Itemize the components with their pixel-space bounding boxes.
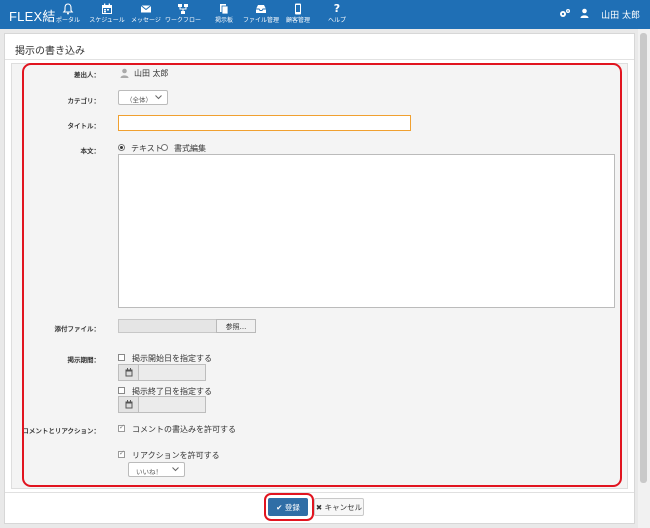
sender-value: 山田 太郎 — [134, 69, 169, 78]
submit-highlight-frame — [264, 493, 314, 521]
nav-file-management[interactable]: ファイル管理 — [241, 3, 281, 24]
nav-workflow[interactable]: ワークフロー — [163, 3, 203, 24]
gears-icon[interactable] — [559, 8, 571, 22]
chevron-down-icon — [155, 94, 162, 102]
title-input[interactable] — [118, 115, 411, 131]
start-date-calendar-button[interactable] — [118, 364, 139, 381]
question-icon: ? — [333, 2, 341, 15]
nav-label: メッセージ — [131, 17, 161, 24]
phone-icon — [278, 3, 318, 15]
comment-reaction-label: コメントとリアクション： — [22, 427, 100, 435]
nav-label: ワークフロー — [164, 17, 201, 24]
radio-text-mode-label: テキスト — [131, 144, 163, 153]
close-icon: ✖ — [315, 503, 323, 512]
allow-comment-checkbox[interactable] — [118, 423, 125, 432]
start-date-row — [118, 364, 206, 381]
divider — [5, 492, 634, 493]
divider — [5, 59, 634, 60]
board-icon — [204, 3, 244, 15]
nav-label: スケジュール — [89, 17, 125, 24]
bell-icon — [48, 3, 88, 15]
person-icon — [120, 68, 129, 81]
inbox-icon — [241, 3, 281, 15]
end-date-checkbox[interactable] — [118, 387, 125, 394]
body-textarea[interactable] — [118, 154, 615, 308]
attach-label: 添付ファイル： — [54, 325, 101, 333]
nav-board[interactable]: 掲示板 — [204, 3, 244, 24]
end-date-input[interactable] — [139, 396, 206, 413]
chevron-down-icon — [172, 466, 179, 474]
nav-label: ヘルプ — [327, 17, 346, 24]
title-label: タイトル： — [67, 122, 101, 130]
cancel-button[interactable]: ✖ キャンセル — [314, 498, 364, 516]
period-label: 掲示期間： — [67, 356, 101, 364]
radio-rich-mode[interactable] — [161, 144, 168, 151]
top-nav-bar: FLEX結 ポータル スケジュール メッセージ ワークフロー 掲示板 ファイル管 — [0, 0, 650, 29]
calendar-icon — [87, 3, 127, 15]
reaction-select[interactable]: いいね！ — [128, 462, 185, 477]
nav-message[interactable]: メッセージ — [126, 3, 166, 24]
category-label: カテゴリ： — [67, 97, 101, 105]
allow-reaction-checkbox[interactable] — [118, 449, 125, 458]
scrollbar-thumb[interactable] — [640, 33, 647, 483]
start-date-checkbox[interactable] — [118, 354, 125, 361]
nav-portal[interactable]: ポータル — [48, 3, 88, 24]
nav-schedule[interactable]: スケジュール — [87, 3, 127, 24]
end-date-calendar-button[interactable] — [118, 396, 139, 413]
nav-label: 顧客管理 — [285, 17, 310, 24]
allow-comment-label: コメントの書込みを許可する — [132, 425, 236, 434]
category-select[interactable]: （全体） — [118, 90, 168, 105]
radio-text-mode[interactable] — [118, 144, 125, 151]
envelope-icon — [126, 3, 166, 15]
allow-reaction-label: リアクションを許可する — [132, 451, 220, 460]
start-date-input[interactable] — [139, 364, 206, 381]
cancel-label: キャンセル — [324, 503, 363, 512]
user-name[interactable]: 山田 太郎 — [601, 8, 640, 21]
body-label: 本文： — [80, 147, 101, 155]
user-icon[interactable] — [580, 8, 589, 21]
file-path-field[interactable] — [118, 319, 217, 333]
start-date-checkbox-label: 掲示開始日を指定する — [132, 354, 212, 363]
sender-label: 差出人： — [74, 71, 100, 79]
nav-label: ファイル管理 — [242, 17, 279, 24]
page-title: 掲示の書き込み — [15, 46, 85, 57]
nav-customer-management[interactable]: 顧客管理 — [278, 3, 318, 24]
nav-label: 掲示板 — [214, 17, 233, 24]
workflow-icon — [163, 3, 203, 15]
browse-button[interactable]: 参照... — [216, 319, 256, 333]
nav-help[interactable]: ? ヘルプ — [317, 2, 357, 25]
reaction-value: いいね！ — [136, 468, 162, 476]
calendar-icon — [125, 368, 133, 380]
calendar-icon — [125, 400, 133, 412]
end-date-row — [118, 396, 206, 413]
category-value: （全体） — [126, 96, 152, 104]
nav-label: ポータル — [55, 17, 80, 24]
radio-rich-mode-label: 書式編集 — [174, 144, 206, 153]
